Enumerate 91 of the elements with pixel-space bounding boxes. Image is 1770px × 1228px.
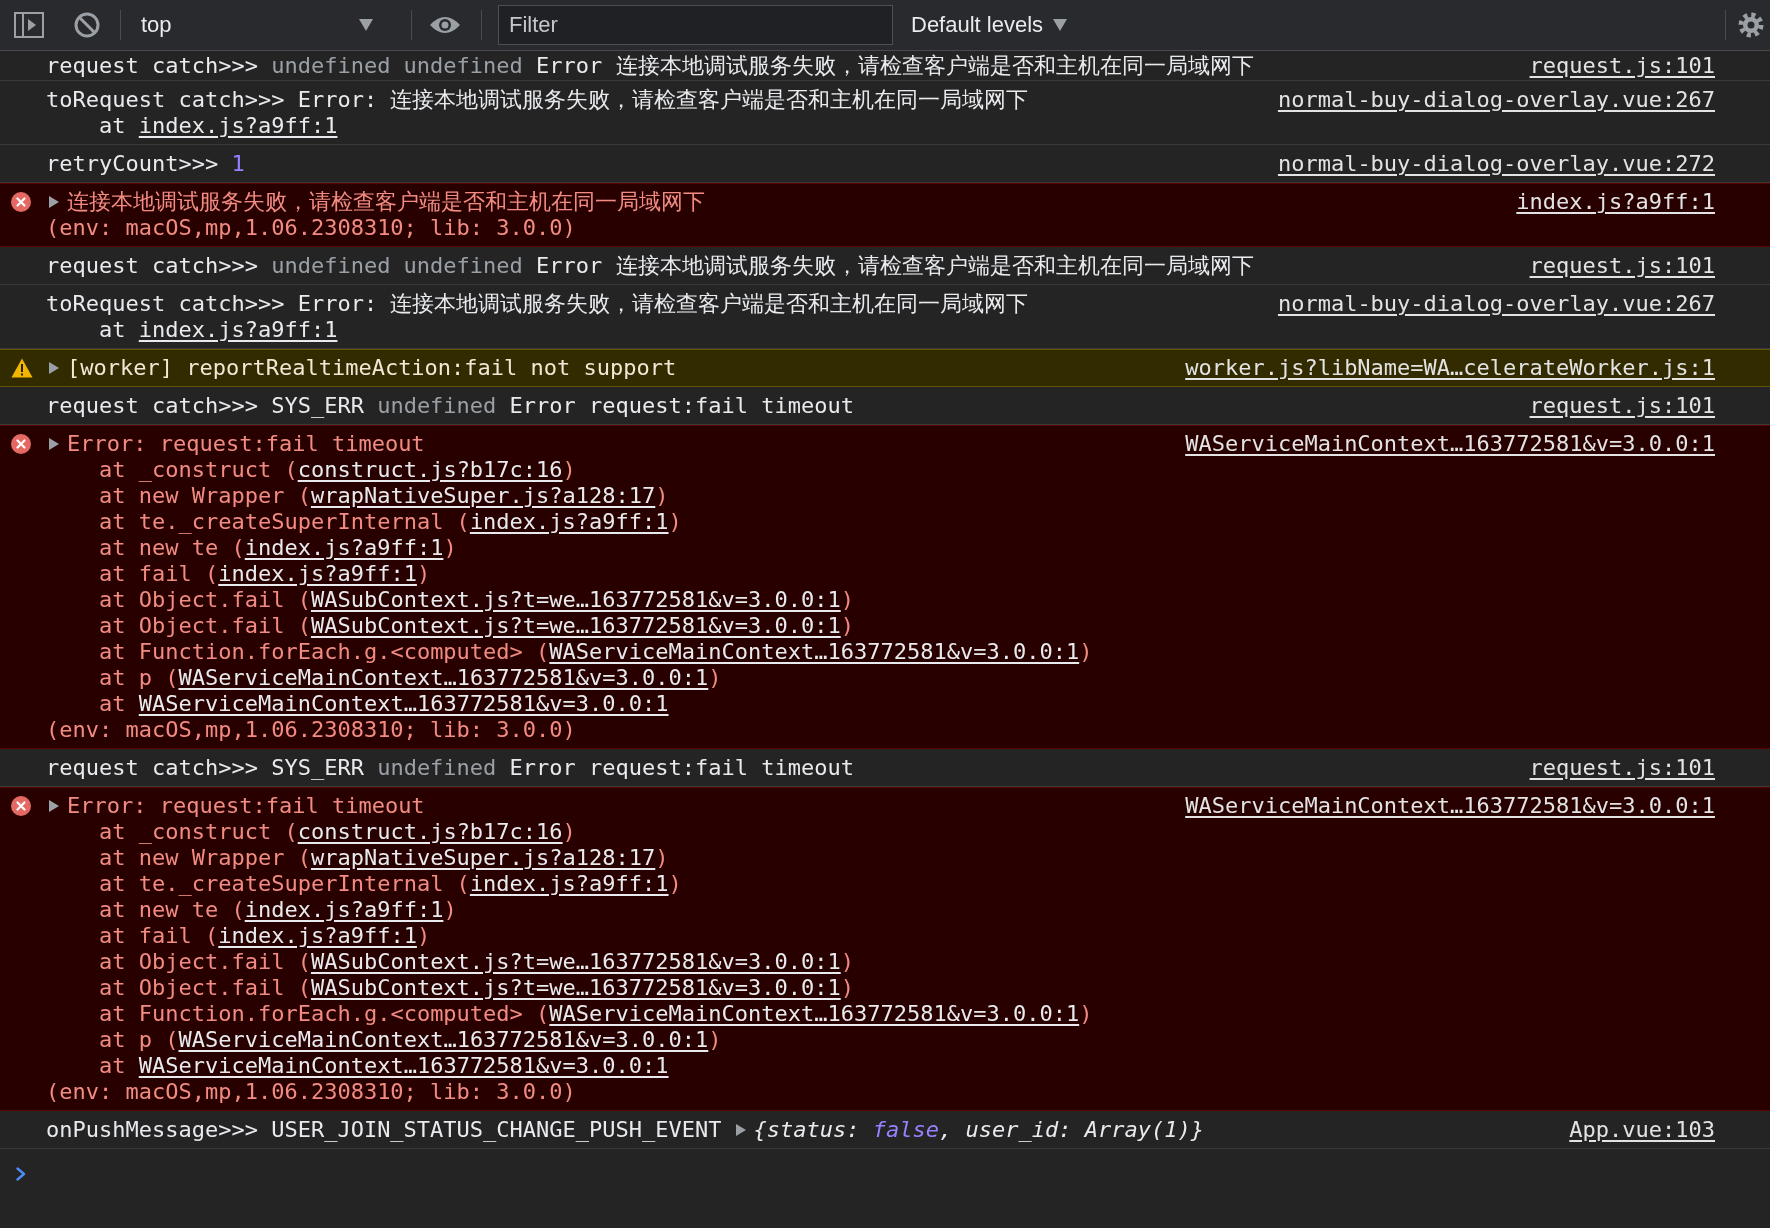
stack-trace-line: at new te (index.js?a9ff:1) [99,535,457,561]
error-message: 连接本地调试服务失败，请检查客户端是否和主机在同一局域网下 [67,189,705,215]
context-selector[interactable]: top [121,5,391,45]
source-link[interactable]: App.vue:103 [1569,1117,1715,1143]
stack-frame-link[interactable]: WAServiceMainContext…163772581&v=3.0.0:1 [549,1001,1080,1026]
stack-frame-link[interactable]: WASubContext.js?t=we…163772581&v=3.0.0:1 [310,587,841,612]
stack-trace-line: at WAServiceMainContext…163772581&v=3.0.0:1 [99,691,669,717]
stack-frame-link[interactable]: WASubContext.js?t=we…163772581&v=3.0.0:1 [310,949,841,974]
log-levels-dropdown[interactable]: Default levels [901,5,1076,45]
environment-info-line: (env: macOS,mp,1.06.2308310; lib: 3.0.0) [46,1079,576,1105]
source-link[interactable]: worker.js?libName=WA…celerateWorker.js:1 [1185,355,1715,381]
log-message: onPushMessage>>> USER_JOIN_STATUS_CHANGE_PUSH_EVENT [46,1117,722,1143]
stack-trace-line: at te._createSuperInternal (index.js?a9ff:1) [99,509,682,535]
log-message: request catch>>> undefined undefined Error 连接本地调试服务失败，请检查客户端是否和主机在同一局域网下 [46,53,1254,79]
stack-trace-line: at Object.fail (WASubContext.js?t=we…163772581&v=3.0.0:1) [99,587,854,613]
stack-frame-link[interactable]: WAServiceMainContext…163772581&v=3.0.0:1 [178,665,709,690]
source-link[interactable]: request.js:101 [1529,253,1715,279]
error-message: Error: request:fail timeout [67,431,425,457]
eye-icon[interactable] [429,15,461,35]
settings-icon[interactable] [1738,12,1764,38]
dropdown-caret-icon [1053,19,1068,31]
stack-frame-link[interactable]: construct.js?b17c:16 [297,457,563,482]
stack-frame-link[interactable]: WAServiceMainContext…163772581&v=3.0.0:1 [138,691,669,716]
stack-frame-link[interactable]: WASubContext.js?t=we…163772581&v=3.0.0:1 [310,975,841,1000]
stack-frame-link[interactable]: index.js?a9ff:1 [218,561,417,586]
stack-frame-link[interactable]: index.js?a9ff:1 [469,871,669,896]
prompt-chevron-icon [16,1167,26,1181]
stack-trace-line: at fail (index.js?a9ff:1) [99,561,431,587]
stack-frame-link[interactable]: WASubContext.js?t=we…163772581&v=3.0.0:1 [310,613,841,638]
stack-trace-line: at fail (index.js?a9ff:1) [99,923,431,949]
stack-trace-line: at index.js?a9ff:1 [99,317,338,343]
warning-message: [worker] reportRealtimeAction:fail not support [67,355,677,381]
log-message: request catch>>> SYS_ERR undefined Error request:fail timeout [46,393,854,419]
source-link[interactable]: normal-buy-dialog-overlay.vue:267 [1277,291,1715,317]
stack-frame-link[interactable]: index.js?a9ff:1 [138,113,338,138]
stack-frame-link[interactable]: wrapNativeSuper.js?a128:17 [310,845,656,870]
error-message: Error: request:fail timeout [67,793,425,819]
disclosure-triangle-icon[interactable] [49,362,59,374]
stack-trace-line: at p (WAServiceMainContext…163772581&v=3.0.0:1) [99,1027,722,1053]
log-message: retryCount>>> 1 [46,151,245,177]
stack-trace-line: at index.js?a9ff:1 [99,113,338,139]
stack-trace-line: at WAServiceMainContext…163772581&v=3.0.0:1 [99,1053,669,1079]
stack-frame-link[interactable]: index.js?a9ff:1 [138,317,338,342]
stack-frame-link[interactable]: wrapNativeSuper.js?a128:17 [310,483,656,508]
stack-trace-line: at _construct (construct.js?b17c:16) [99,457,576,483]
stack-frame-link[interactable]: index.js?a9ff:1 [244,535,444,560]
error-icon [11,796,31,816]
stack-frame-link[interactable]: WAServiceMainContext…163772581&v=3.0.0:1 [178,1027,709,1052]
source-link[interactable]: request.js:101 [1529,755,1715,781]
stack-trace-line: at _construct (construct.js?b17c:16) [99,819,576,845]
stack-trace-line: at new te (index.js?a9ff:1) [99,897,457,923]
stack-trace-line: at p (WAServiceMainContext…163772581&v=3.0.0:1) [99,665,722,691]
disclosure-triangle-icon[interactable] [49,800,59,812]
stack-frame-link[interactable]: index.js?a9ff:1 [218,923,417,948]
source-link[interactable]: request.js:101 [1529,393,1715,419]
source-link[interactable]: index.js?a9ff:1 [1516,189,1715,215]
source-link[interactable]: WAServiceMainContext…163772581&v=3.0.0:1 [1185,431,1715,457]
dropdown-caret-icon [359,19,373,31]
stack-frame-link[interactable]: WAServiceMainContext…163772581&v=3.0.0:1 [549,639,1080,664]
disclosure-triangle-icon[interactable] [49,196,59,208]
error-icon [11,434,31,454]
stack-trace-line: at Object.fail (WASubContext.js?t=we…163772581&v=3.0.0:1) [99,975,854,1001]
stack-frame-link[interactable]: index.js?a9ff:1 [244,897,444,922]
stack-trace-line: at Object.fail (WASubContext.js?t=we…163772581&v=3.0.0:1) [99,949,854,975]
log-message: toRequest catch>>> Error: 连接本地调试服务失败，请检查客户端是否和主机在同一局域网下 [46,87,1029,113]
error-icon [11,192,31,212]
stack-frame-link[interactable]: construct.js?b17c:16 [297,819,563,844]
circle-slash-icon[interactable] [74,12,100,38]
source-link[interactable]: normal-buy-dialog-overlay.vue:267 [1277,87,1715,113]
disclosure-triangle-icon[interactable] [49,438,59,450]
source-link[interactable]: normal-buy-dialog-overlay.vue:272 [1277,151,1715,177]
stack-frame-link[interactable]: WAServiceMainContext…163772581&v=3.0.0:1 [138,1053,669,1078]
disclosure-triangle-icon[interactable] [735,1124,746,1136]
stack-trace-line: at Function.forEach.g.<computed> (WAServiceMainContext…163772581&v=3.0.0:1) [99,1001,1093,1027]
log-message: toRequest catch>>> Error: 连接本地调试服务失败，请检查客户端是否和主机在同一局域网下 [46,291,1029,317]
stack-trace-line: at te._createSuperInternal (index.js?a9ff:1) [99,871,682,897]
log-message: request catch>>> SYS_ERR undefined Error request:fail timeout [46,755,854,781]
environment-info-line: (env: macOS,mp,1.06.2308310; lib: 3.0.0) [46,717,576,743]
sidebar-toggle-icon[interactable] [14,12,44,38]
object-preview: {status: false, user_id: Array(1)} [753,1117,1204,1143]
environment-info-line: (env: macOS,mp,1.06.2308310; lib: 3.0.0) [46,215,576,241]
stack-trace-line: at Function.forEach.g.<computed> (WAServiceMainContext…163772581&v=3.0.0:1) [99,639,1093,665]
stack-frame-link[interactable]: index.js?a9ff:1 [469,509,669,534]
source-link[interactable]: WAServiceMainContext…163772581&v=3.0.0:1 [1185,793,1715,819]
stack-trace-line: at new Wrapper (wrapNativeSuper.js?a128:17) [99,483,669,509]
stack-trace-line: at new Wrapper (wrapNativeSuper.js?a128:17) [99,845,669,871]
log-message: request catch>>> undefined undefined Error 连接本地调试服务失败，请检查客户端是否和主机在同一局域网下 [46,253,1254,279]
stack-trace-line: at Object.fail (WASubContext.js?t=we…163772581&v=3.0.0:1) [99,613,854,639]
source-link[interactable]: request.js:101 [1529,53,1715,79]
filter-input[interactable]: Filter [498,5,893,45]
warning-icon [11,358,33,378]
